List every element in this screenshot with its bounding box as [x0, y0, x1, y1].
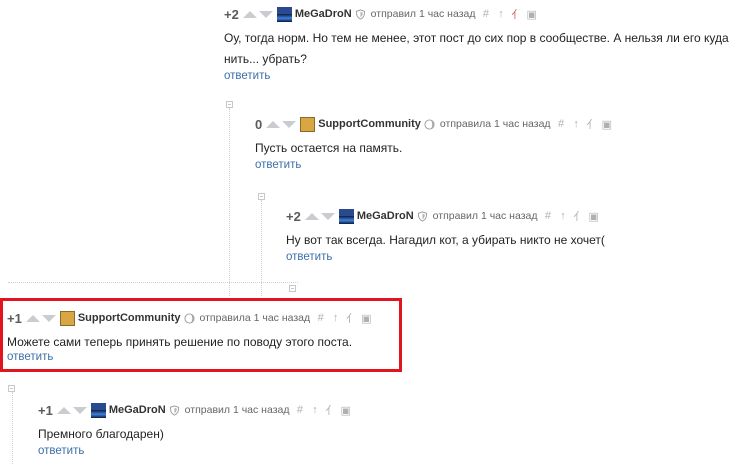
upvote-icon[interactable]	[266, 120, 281, 128]
downvote-icon[interactable]	[320, 212, 335, 220]
username[interactable]: MeGaDroN	[295, 8, 352, 20]
comment-time: отправил 1 час назад	[370, 8, 476, 20]
comment-rating: +2	[224, 6, 239, 22]
comment: 0 SupportCommunity отправила 1 час назад…	[255, 116, 735, 171]
comment-time: отправила 1 час назад	[439, 118, 551, 130]
downvote-icon[interactable]	[72, 406, 87, 414]
link-icon[interactable]: #	[543, 210, 552, 222]
reply-link[interactable]: ответить	[255, 159, 735, 171]
parent-icon[interactable]: ↑	[310, 404, 319, 416]
comment-text: Оу, тогда норм. Но тем не менее, этот по…	[224, 31, 729, 66]
comment-rating: +2	[286, 208, 301, 224]
save-icon[interactable]: ▣	[340, 404, 350, 417]
branch-icon[interactable]: ⺅	[346, 310, 357, 326]
upvote-icon[interactable]	[56, 406, 71, 414]
comment: +1 SupportCommunity отправила 1 час наза…	[7, 310, 399, 363]
link-icon[interactable]: #	[481, 8, 490, 20]
parent-icon[interactable]: ↑	[331, 312, 340, 324]
shield-icon	[169, 404, 179, 416]
reply-link[interactable]: ответить	[224, 70, 744, 82]
comment: +1 MeGaDroN отправил 1 час назад # ↑ ⺅ ▣…	[38, 402, 538, 457]
downvote-icon[interactable]	[282, 120, 297, 128]
save-icon[interactable]: ▣	[588, 210, 598, 223]
comment-time: отправил 1 час назад	[432, 210, 538, 222]
branch-icon[interactable]: ⺅	[573, 208, 584, 224]
parent-icon[interactable]: ↑	[572, 118, 581, 130]
downvote-icon[interactable]	[41, 314, 56, 322]
link-icon[interactable]: #	[316, 312, 325, 324]
downvote-icon[interactable]	[258, 10, 273, 18]
avatar[interactable]	[300, 116, 316, 132]
collapse-toggle[interactable]	[258, 193, 265, 200]
comment-header: +2 MeGaDroN отправил 1 час назад # ↑ ⺅ ▣	[286, 208, 736, 224]
parent-icon[interactable]: ↑	[558, 210, 567, 222]
comment-time: отправил 1 час назад	[184, 404, 290, 416]
parent-icon[interactable]: ↑	[496, 8, 505, 20]
save-icon[interactable]: ▣	[526, 8, 536, 21]
reply-link[interactable]: ответить	[38, 445, 538, 457]
username[interactable]: SupportCommunity	[318, 118, 421, 130]
comment-rating: +1	[38, 402, 53, 418]
branch-icon[interactable]: ⺅	[587, 116, 598, 132]
link-icon[interactable]: #	[295, 404, 304, 416]
thread-line	[229, 108, 230, 296]
comment-text: Пусть остается на память.	[255, 141, 403, 155]
username[interactable]: MeGaDroN	[109, 404, 166, 416]
avatar[interactable]	[276, 6, 292, 22]
moon-icon	[183, 312, 195, 324]
comment-header: 0 SupportCommunity отправила 1 час назад…	[255, 116, 735, 132]
shield-icon	[355, 8, 365, 20]
avatar[interactable]	[338, 208, 354, 224]
comment-time: отправила 1 час назад	[199, 312, 311, 324]
save-icon[interactable]: ▣	[361, 312, 371, 325]
avatar[interactable]	[59, 310, 75, 326]
upvote-icon[interactable]	[242, 10, 257, 18]
comment-rating: +1	[7, 310, 22, 326]
thread-line	[12, 392, 13, 464]
comment-header: +1 MeGaDroN отправил 1 час назад # ↑ ⺅ ▣	[38, 402, 538, 418]
upvote-icon[interactable]	[304, 212, 319, 220]
comment-text: Ну вот так всегда. Нагадил кот, а убират…	[286, 233, 605, 247]
save-icon[interactable]: ▣	[602, 118, 612, 131]
branch-icon[interactable]: ⺅	[511, 6, 522, 22]
collapse-toggle[interactable]	[226, 101, 233, 108]
comment-rating: 0	[255, 116, 263, 132]
reply-link[interactable]: ответить	[286, 251, 736, 263]
comment: +2 MeGaDroN отправил 1 час назад # ↑ ⺅ ▣…	[286, 208, 736, 263]
link-icon[interactable]: #	[557, 118, 566, 130]
collapse-toggle[interactable]	[8, 385, 15, 392]
moon-icon	[424, 118, 435, 130]
branch-icon[interactable]: ⺅	[325, 402, 336, 418]
collapse-toggle[interactable]	[289, 285, 296, 292]
avatar[interactable]	[90, 402, 106, 418]
upvote-icon[interactable]	[25, 314, 40, 322]
comment-text: Премного благодарен)	[38, 427, 164, 441]
comment: +2 MeGaDroN отправил 1 час назад # ↑ ⺅ ▣…	[224, 6, 744, 82]
thread-line	[8, 282, 298, 283]
shield-icon	[417, 210, 427, 222]
comment-header: +2 MeGaDroN отправил 1 час назад # ↑ ⺅ ▣	[224, 6, 744, 22]
comment-header: +1 SupportCommunity отправила 1 час наза…	[7, 310, 399, 326]
username[interactable]: SupportCommunity	[78, 312, 181, 324]
username[interactable]: MeGaDroN	[357, 210, 414, 222]
comment-text: Можете сами теперь принять решение по по…	[7, 335, 353, 349]
